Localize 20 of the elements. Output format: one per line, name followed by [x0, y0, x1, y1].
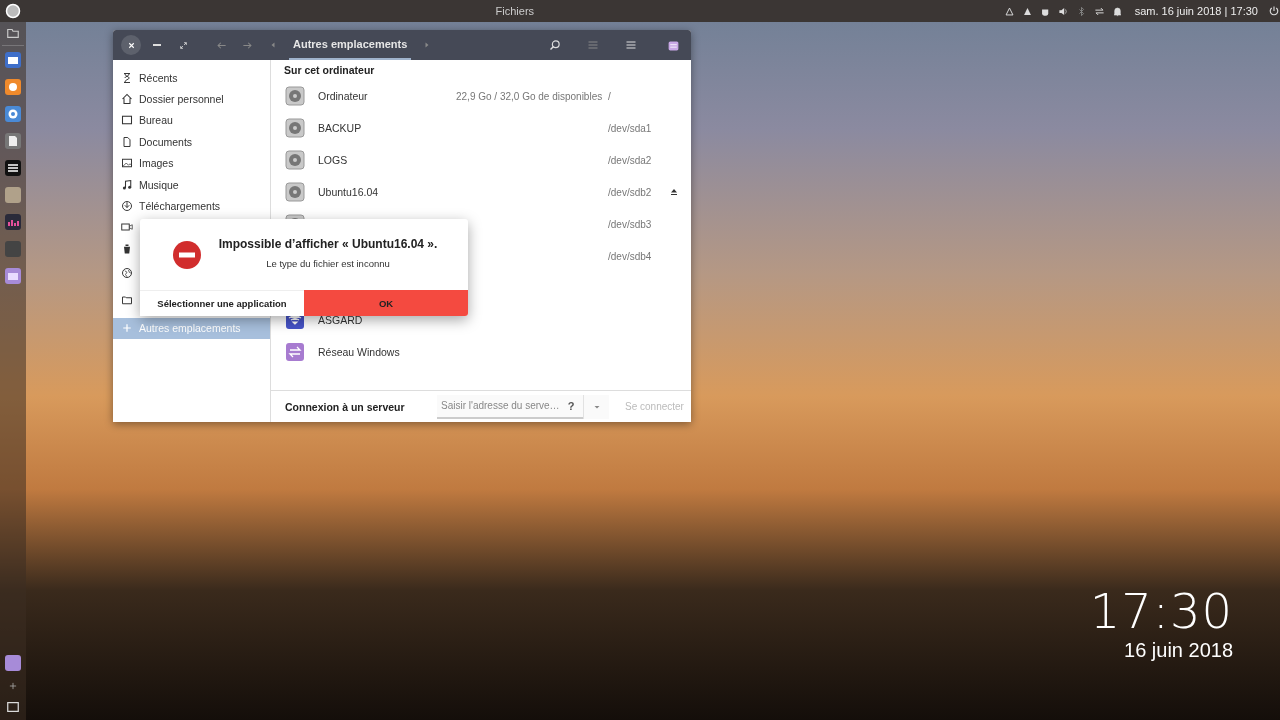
- place-name: Ordinateur: [318, 90, 368, 102]
- help-mark: ?: [559, 394, 583, 419]
- section-title: Sur cet ordinateur: [283, 63, 376, 78]
- place-name: Ubuntu16.04: [318, 186, 379, 198]
- dialog-message: Le type du fichier est inconnu: [266, 257, 390, 269]
- device-path: /dev/sda1: [608, 122, 652, 134]
- place-name: Réseau Windows: [318, 346, 400, 358]
- place-name: LOGS: [318, 154, 348, 166]
- free-space: 22,9 Go / 32,0 Go de disponibles: [456, 90, 603, 102]
- server-label: Connexion à un serveur: [285, 400, 406, 413]
- place-name: ASGARD: [318, 314, 363, 326]
- device-path: /dev/sdb3: [608, 218, 652, 230]
- device-path: /: [608, 90, 611, 102]
- desktop-clock-date: 16 juin 2018: [1124, 639, 1233, 662]
- place-name: BACKUP: [318, 122, 362, 134]
- app-title: Fichiers: [494, 5, 536, 17]
- dialog-title: Impossible d’afficher « Ubuntu16.04 ».: [218, 236, 438, 251]
- desktop-clock-time: 17:30: [1089, 587, 1233, 635]
- device-path: /dev/sdb2: [608, 186, 652, 198]
- device-path: /dev/sda2: [608, 154, 652, 166]
